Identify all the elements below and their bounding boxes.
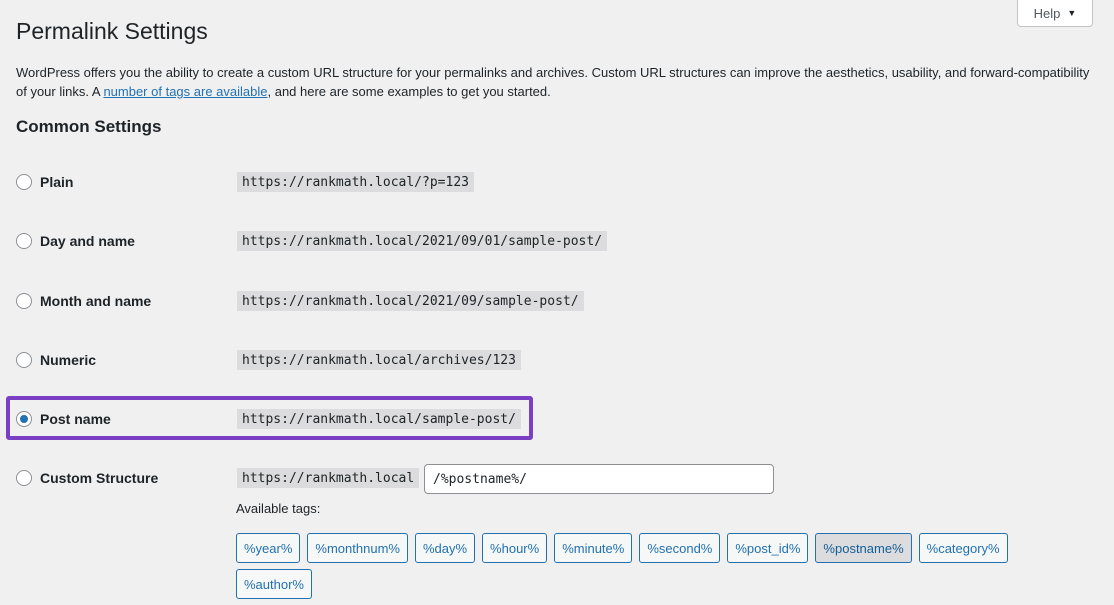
tags-available-link[interactable]: number of tags are available <box>103 84 267 99</box>
option-numeric[interactable]: Numeric https://rankmath.local/archives/… <box>16 350 616 372</box>
radio-custom-structure[interactable] <box>16 470 32 486</box>
option-label: Custom Structure <box>40 470 159 486</box>
option-label: Numeric <box>40 352 97 368</box>
radio-month-and-name[interactable] <box>16 293 32 309</box>
tag-button-day[interactable]: %day% <box>414 533 476 563</box>
tag-button-category[interactable]: %category% <box>918 533 1008 563</box>
option-day-and-name[interactable]: Day and name https://rankmath.local/2021… <box>16 231 616 253</box>
tag-button-year[interactable]: %year% <box>236 533 301 563</box>
available-tags-list: %year% %monthnum% %day% %hour% %minute% … <box>236 533 1066 599</box>
tag-button-author[interactable]: %author% <box>236 569 312 599</box>
option-label: Plain <box>40 174 74 190</box>
radio-day-and-name[interactable] <box>16 233 32 249</box>
option-label: Day and name <box>40 233 135 249</box>
tag-button-minute[interactable]: %minute% <box>554 533 633 563</box>
example-url: https://rankmath.local/archives/123 <box>237 350 521 370</box>
example-url: https://rankmath.local/2021/09/01/sample… <box>237 231 608 251</box>
example-url: https://rankmath.local/2021/09/sample-po… <box>237 291 584 311</box>
tag-button-monthnum[interactable]: %monthnum% <box>307 533 408 563</box>
help-button[interactable]: Help ▼ <box>1017 0 1093 27</box>
page-title: Permalink Settings <box>16 18 208 44</box>
intro-text: WordPress offers you the ability to crea… <box>16 65 1090 99</box>
common-settings-heading: Common Settings <box>16 117 162 136</box>
highlight-box <box>6 396 533 440</box>
tag-button-postname[interactable]: %postname% <box>815 533 912 563</box>
help-label: Help <box>1033 5 1061 21</box>
option-month-and-name[interactable]: Month and name https://rankmath.local/20… <box>16 291 616 313</box>
custom-structure-input[interactable]: /%postname%/ <box>424 464 774 494</box>
caret-down-icon: ▼ <box>1067 8 1077 18</box>
tag-button-hour[interactable]: %hour% <box>482 533 548 563</box>
tag-button-post-id[interactable]: %post_id% <box>727 533 809 563</box>
available-tags-label: Available tags: <box>236 501 321 516</box>
example-url: https://rankmath.local/?p=123 <box>237 172 474 192</box>
tag-button-second[interactable]: %second% <box>639 533 721 563</box>
custom-structure-base-url: https://rankmath.local <box>237 468 420 488</box>
option-label: Month and name <box>40 293 152 309</box>
option-plain[interactable]: Plain https://rankmath.local/?p=123 <box>16 172 616 194</box>
radio-plain[interactable] <box>16 174 32 190</box>
radio-numeric[interactable] <box>16 352 32 368</box>
